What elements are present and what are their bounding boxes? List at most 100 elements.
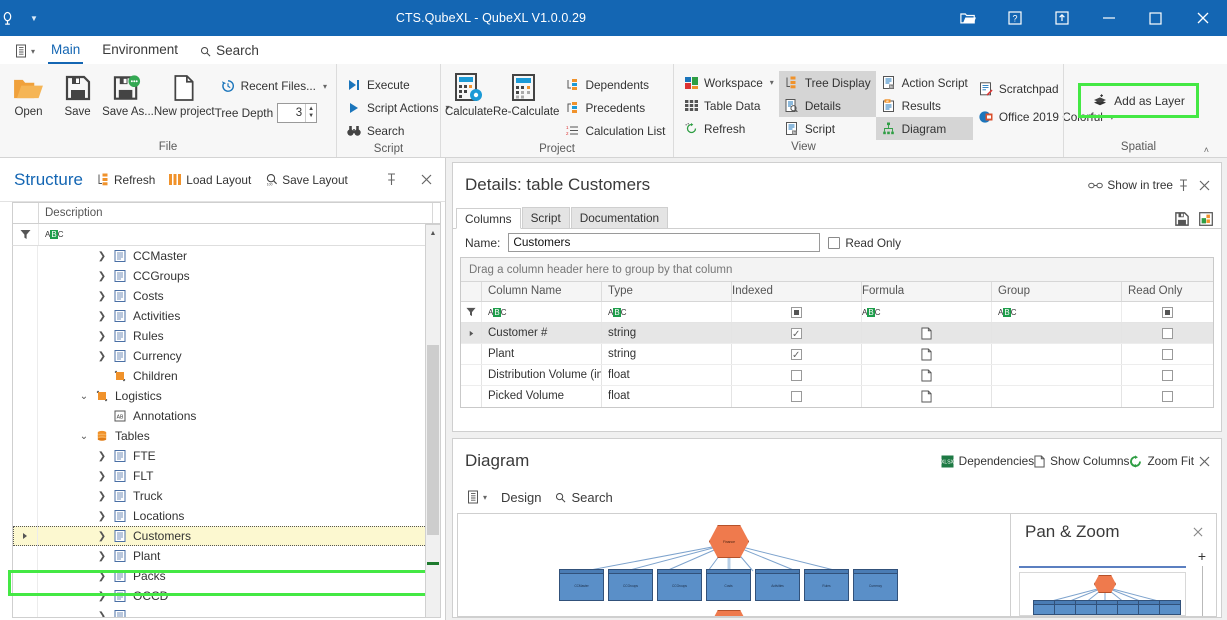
grid-header-formula[interactable]: Formula <box>862 282 992 301</box>
diagram-node-box[interactable]: Currency <box>853 569 898 601</box>
table-row[interactable]: Plant string <box>461 344 1213 365</box>
cell-formula[interactable] <box>862 386 992 407</box>
table-data-button[interactable]: Table Data <box>678 94 779 117</box>
table-row[interactable]: Customer # string <box>461 323 1213 344</box>
recalculate-button[interactable]: Re-Calculate <box>493 67 559 118</box>
tree-item-partial[interactable]: ❯ <box>13 606 429 618</box>
row-handle[interactable] <box>13 526 38 546</box>
close-icon[interactable] <box>1194 180 1215 191</box>
tab-documentation[interactable]: Documentation <box>571 207 668 228</box>
filter-icon[interactable] <box>13 224 39 245</box>
cell-formula[interactable] <box>862 344 992 364</box>
diagram-node-box[interactable]: Rules <box>804 569 849 601</box>
tab-script[interactable]: Script <box>522 207 570 228</box>
chevron-right-icon[interactable]: ❯ <box>93 451 111 462</box>
tab-environment[interactable]: Environment <box>91 38 189 64</box>
cell-read-only[interactable] <box>1122 386 1213 407</box>
tab-main[interactable]: Main <box>40 38 91 64</box>
cell-indexed[interactable] <box>732 365 862 385</box>
tree-item-flt[interactable]: ❯ FLT <box>13 466 429 486</box>
calculation-list-button[interactable]: 1 2 Calculation List <box>559 119 670 142</box>
tree-item-costs[interactable]: ❯ Costs <box>13 286 429 306</box>
tree-item-occd[interactable]: ❯ OCCD <box>13 586 429 606</box>
quick-access-caret-icon[interactable]: ▼ <box>30 14 38 23</box>
tree-item-customers[interactable]: ❯ Customers <box>13 526 429 546</box>
diagram-node-box[interactable]: CCGroups <box>608 569 653 601</box>
tree-item-locations[interactable]: ❯ Locations <box>13 506 429 526</box>
chevron-down-icon[interactable]: ⌄ <box>75 391 93 402</box>
close-icon[interactable] <box>1179 0 1227 36</box>
tree-display-button[interactable]: Tree Display <box>779 71 876 94</box>
save-as-button[interactable]: Save As... <box>102 67 154 118</box>
structure-tree[interactable]: ❯ CCMaster ❯ CCGroups <box>12 246 430 618</box>
cell-read-only[interactable] <box>1122 344 1213 364</box>
chevron-right-icon[interactable]: ❯ <box>93 331 111 342</box>
chevron-right-icon[interactable]: ❯ <box>93 251 111 262</box>
chevron-right-icon[interactable]: ❯ <box>93 291 111 302</box>
add-as-layer-button[interactable]: Add as Layer <box>1083 88 1194 113</box>
chevron-down-icon[interactable]: ▾ <box>770 78 774 87</box>
group-by-dropzone[interactable]: Drag a column header here to group by th… <box>461 258 1213 282</box>
show-columns-button[interactable]: Show Columns <box>1034 454 1129 468</box>
filter-indexed[interactable] <box>732 302 862 322</box>
save-button[interactable]: Save <box>53 67 102 118</box>
execute-button[interactable]: Execute <box>341 73 454 96</box>
chevron-right-icon[interactable]: ❯ <box>93 271 111 282</box>
minimize-icon[interactable] <box>1085 0 1132 36</box>
filter-column-name[interactable]: ABC <box>482 302 602 322</box>
filter-formula[interactable]: ABC <box>862 302 992 322</box>
precedents-button[interactable]: Precedents <box>559 96 670 119</box>
script-actions-button[interactable]: Script Actions ▾ <box>341 96 454 119</box>
chevron-right-icon[interactable]: ❯ <box>93 591 111 602</box>
close-icon[interactable] <box>1188 527 1208 537</box>
refresh-button[interactable]: Refresh <box>678 117 779 140</box>
grid-header-indexed[interactable]: Indexed <box>732 282 862 301</box>
pin-icon[interactable] <box>1173 179 1194 192</box>
grid-header-read-only[interactable]: Read Only <box>1122 282 1213 301</box>
chevron-down-icon[interactable]: ▾ <box>323 82 327 91</box>
zoom-slider[interactable]: + <box>1194 550 1210 617</box>
grid-header-type[interactable]: Type <box>602 282 732 301</box>
tree-depth-stepper[interactable]: 3 ▲▼ <box>277 103 317 123</box>
cell-indexed[interactable] <box>732 323 862 343</box>
load-layout-button[interactable]: Load Layout <box>169 173 251 187</box>
cell-read-only[interactable] <box>1122 365 1213 385</box>
tree-item-currency[interactable]: ❯ Currency <box>13 346 429 366</box>
cell-read-only[interactable] <box>1122 323 1213 343</box>
filter-group[interactable]: ABC <box>992 302 1122 322</box>
open-folder-icon[interactable] <box>944 0 991 36</box>
tree-item-rules[interactable]: ❯ Rules <box>13 326 429 346</box>
maximize-icon[interactable] <box>1132 0 1179 36</box>
diagram-button[interactable]: Diagram <box>876 117 973 140</box>
diagram-viewport[interactable]: Finance CCMaster CCGroups CCGroups <box>458 514 1008 616</box>
scroll-up-arrow[interactable]: ▲ <box>426 225 440 241</box>
app-logo-icon[interactable] <box>0 11 34 26</box>
details-button[interactable]: Details <box>779 94 876 117</box>
read-only-checkbox[interactable] <box>828 237 840 249</box>
dependencies-button[interactable]: XLSX Dependencies <box>941 454 1034 468</box>
diagram-tab-search[interactable]: Search <box>555 490 612 505</box>
grid-header-column-name[interactable]: Column Name <box>482 282 602 301</box>
close-icon[interactable] <box>416 174 437 185</box>
tree-item-packs[interactable]: ❯ Packs <box>13 566 429 586</box>
script-view-button[interactable]: fx Script <box>779 117 876 140</box>
read-only-checkbox-row[interactable]: Read Only <box>828 236 901 250</box>
diagram-node-box[interactable]: Costs <box>706 569 751 601</box>
chevron-right-icon[interactable]: ❯ <box>93 351 111 362</box>
diagram-node-box[interactable]: Activities <box>755 569 800 601</box>
structure-scrollbar[interactable]: ▲ <box>425 224 441 618</box>
calculate-button[interactable]: Calculate <box>445 67 493 118</box>
chevron-down-icon[interactable]: ⌄ <box>75 431 93 442</box>
filter-read-only[interactable] <box>1122 302 1213 322</box>
diagram-tab-design[interactable]: Design <box>501 490 541 505</box>
cell-formula[interactable] <box>862 365 992 385</box>
filter-icon[interactable] <box>461 302 482 322</box>
cell-formula[interactable] <box>862 323 992 343</box>
recent-files-button[interactable]: Recent Files... ▾ <box>215 75 332 97</box>
tree-item-activities[interactable]: ❯ Activities <box>13 306 429 326</box>
show-in-tree-button[interactable]: Show in tree <box>1088 178 1173 192</box>
grid-header-group[interactable]: Group <box>992 282 1122 301</box>
scrollbar-thumb[interactable] <box>427 345 439 535</box>
tree-item-plant[interactable]: ❯ Plant <box>13 546 429 566</box>
tree-item-logistics[interactable]: ⌄ Logistics <box>13 386 429 406</box>
